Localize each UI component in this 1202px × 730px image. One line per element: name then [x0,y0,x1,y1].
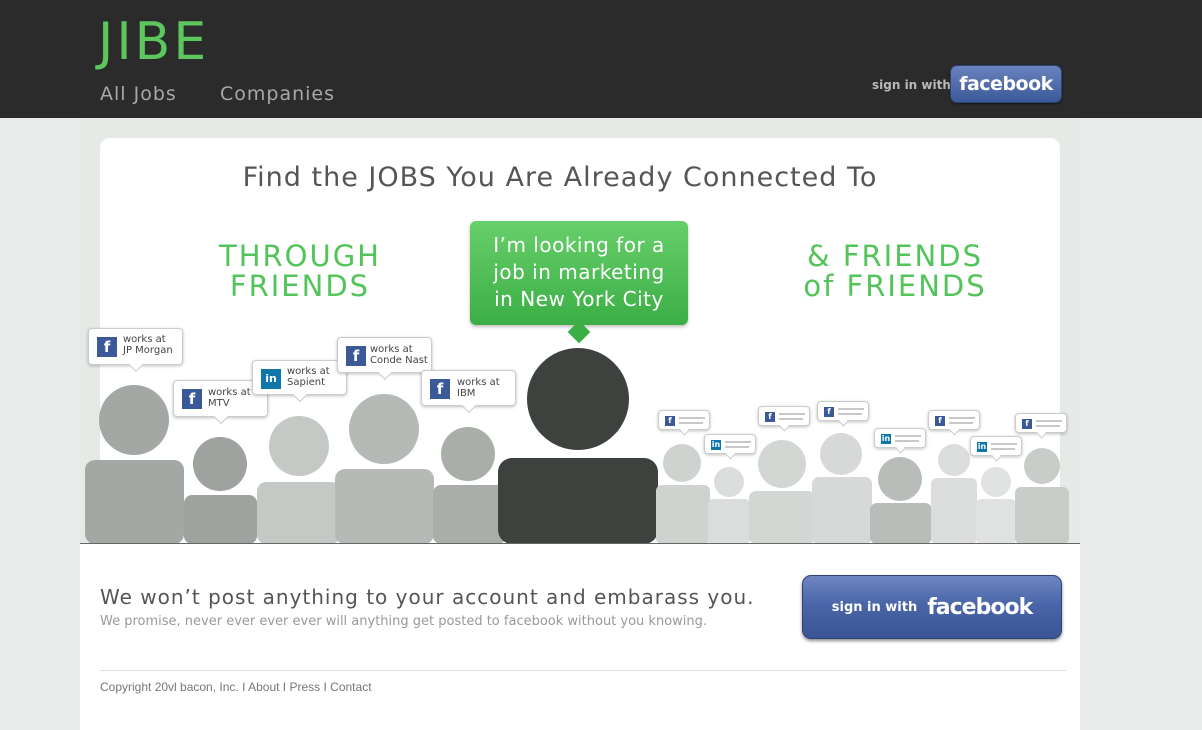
connection-card-sapient: in works at Sapient [252,360,347,403]
placeholder-line [838,413,862,415]
placeholder-line [838,408,864,410]
footer-separator: I [320,680,331,694]
footer-link-press[interactable]: Press [289,680,320,694]
fof-silhouette-8 [1015,448,1069,544]
friend-silhouette-1 [85,385,184,544]
placeholder-line [725,441,751,443]
jibe-logo[interactable]: JIBE [98,12,209,72]
speech-line-3: in New York City [494,287,664,311]
facebook-icon: f [346,346,366,366]
connection-card-conde-nast: f works at Conde Nast [337,337,432,381]
card-text: works at Sapient [287,366,330,388]
friend-silhouette-4 [335,394,434,544]
speech-line-2: job in marketing [493,260,665,284]
placeholder-line [895,435,921,437]
facebook-wordmark: facebook [927,594,1033,620]
placeholder-line [779,413,805,415]
card-line-1: works at [123,334,166,345]
friend-silhouette-2 [184,437,257,544]
search-speech-bubble: I’m looking for a job in marketing in Ne… [470,221,688,325]
card-text: works at IBM [457,377,500,399]
facebook-icon: f [765,412,775,422]
fof-silhouette-6 [931,444,977,544]
linkedin-icon: in [881,434,891,444]
placeholder-line [991,443,1017,445]
linkedin-icon: in [711,440,721,450]
mini-connection-card: in [970,436,1022,462]
placeholder-line [679,417,705,419]
top-bar: JIBE All Jobs Companies sign in with fac… [0,0,1202,118]
facebook-icon: f [665,416,675,426]
card-company: Sapient [287,377,326,388]
card-text: works at MTV [208,387,251,409]
card-company: Conde Nast [370,355,428,366]
placeholder-line [949,422,973,424]
card-line-1: works at [457,377,500,388]
privacy-tagline: We won’t post anything to your account a… [100,585,755,609]
mini-connection-card: f [817,401,869,427]
user-silhouette [498,348,658,544]
privacy-subline: We promise, never ever ever ever will an… [100,614,708,629]
placeholder-line [725,446,749,448]
placeholder-line [779,418,803,420]
card-text: works at JP Morgan [123,334,173,356]
facebook-icon: f [824,407,834,417]
connection-card-jp-morgan: f works at JP Morgan [88,328,183,373]
friend-silhouette-3 [257,416,340,544]
nav-companies[interactable]: Companies [220,83,335,105]
nav-all-jobs[interactable]: All Jobs [100,83,177,105]
copyright-text: Copyright 20vl bacon, Inc. [100,680,239,694]
card-company: IBM [457,388,476,399]
facebook-signin-button[interactable]: sign in with facebook [802,575,1062,639]
mini-connection-card: f [1015,413,1067,439]
linkedin-icon: in [261,369,281,389]
facebook-signin-top-button[interactable]: facebook [950,65,1062,103]
fof-silhouette-4 [812,433,872,544]
signin-prefix-text: sign in with [872,78,951,92]
footer-divider [100,670,1066,671]
footer-separator: I [279,680,290,694]
speech-line-1: I’m looking for a [493,233,665,257]
facebook-icon: f [430,379,450,399]
fof-silhouette-5 [870,457,932,544]
card-text: works at Conde Nast [370,344,428,366]
fof-silhouette-7 [976,467,1016,544]
card-line-1: works at [287,366,330,377]
facebook-icon: f [97,337,117,357]
placeholder-line [949,417,975,419]
card-company: MTV [208,398,230,409]
mini-connection-card: f [658,410,710,436]
main-content: Find the JOBS You Are Already Connected … [80,118,1080,730]
placeholder-line [991,448,1015,450]
placeholder-line [1036,425,1060,427]
mini-connection-card: f [758,406,810,432]
friend-silhouette-5 [433,427,506,544]
mini-connection-card: in [874,428,926,454]
facebook-icon: f [935,416,945,426]
placeholder-line [679,422,703,424]
facebook-icon: f [1022,419,1032,429]
fof-silhouette-1 [656,444,710,544]
card-line-1: works at [208,387,251,398]
signin-button-prefix: sign in with [831,599,918,615]
fof-silhouette-3 [749,440,815,544]
connection-card-ibm: f works at IBM [421,370,516,414]
footer: Copyright 20vl bacon, Inc. I About I Pre… [100,680,372,694]
fof-silhouette-2 [708,467,750,544]
card-company: JP Morgan [123,345,173,356]
hero-divider [80,543,1080,544]
footer-separator: I [238,680,249,694]
card-line-1: works at [370,344,413,355]
mini-connection-card: f [928,410,980,436]
placeholder-line [895,440,919,442]
mini-connection-card: in [704,434,756,460]
placeholder-line [1036,420,1062,422]
footer-link-contact[interactable]: Contact [330,680,371,694]
linkedin-icon: in [977,442,987,452]
footer-link-about[interactable]: About [248,680,279,694]
facebook-icon: f [182,389,202,409]
